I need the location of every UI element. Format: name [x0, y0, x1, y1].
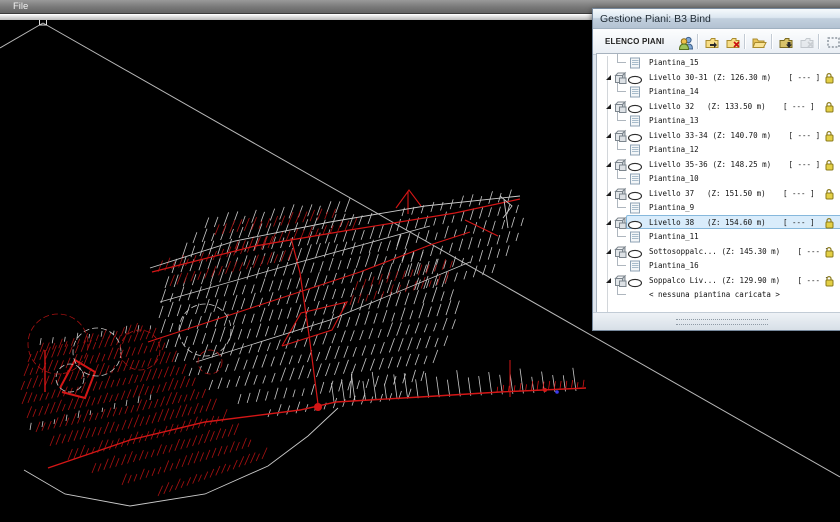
- expander-icon[interactable]: [606, 104, 611, 109]
- tree-connector: [617, 83, 626, 92]
- piantina-name: Piantina_14: [649, 86, 699, 97]
- tree-connector: [617, 228, 626, 237]
- piantina-name: Piantina_12: [649, 144, 699, 155]
- level-name: Livello 38: [649, 217, 694, 228]
- selection-mode-icon[interactable]: [822, 32, 840, 53]
- expander-icon[interactable]: [606, 249, 611, 254]
- level-name: Livello 30-31: [649, 72, 708, 83]
- list-item-livello[interactable]: Sottosoppalc...(Z: 145.30 m)[ --- ]: [597, 244, 840, 259]
- level-elevation: (Z: 148.25 m): [713, 159, 772, 170]
- level-name: Livello 32: [649, 101, 694, 112]
- palette-toolbar: ELENCO PIANI ▼: [593, 29, 840, 55]
- piantina-name: Piantina_9: [649, 202, 694, 213]
- plan-list: Piantina_15 Livello 30-31 (Z: 126.30 m) [ -…: [596, 53, 840, 315]
- level-elevation: (Z: 129.90 m): [722, 275, 781, 286]
- list-item-piantina[interactable]: Piantina_12: [597, 142, 840, 157]
- list-item-piantina[interactable]: Piantina_14: [597, 84, 840, 99]
- list-item-livello[interactable]: Livello 30-31 (Z: 126.30 m) [ --- ]: [597, 70, 840, 85]
- open-folder-icon[interactable]: [748, 32, 770, 53]
- list-item-livello[interactable]: Livello 37 (Z: 151.50 m) [ --- ]: [597, 186, 840, 201]
- expander-icon[interactable]: [606, 75, 611, 80]
- level-state: [ --- ]: [783, 217, 815, 228]
- list-item-piantina[interactable]: Piantina_16: [597, 258, 840, 273]
- palette-titlebar[interactable]: Gestione Piani: B3 Bind: [593, 9, 840, 29]
- level-name: Livello 33-34: [649, 130, 708, 141]
- toolbar-separator: [771, 34, 772, 49]
- list-item-livello[interactable]: Livello 35-36 (Z: 148.25 m) [ --- ]: [597, 157, 840, 172]
- level-elevation: (Z: 126.30 m): [713, 72, 772, 83]
- expander-icon[interactable]: [606, 133, 611, 138]
- level-elevation: (Z: 140.70 m): [713, 130, 772, 141]
- level-elevation: (Z: 154.60 m): [707, 217, 766, 228]
- palette-footer: [593, 312, 840, 330]
- list-item-note[interactable]: < nessuna piantina caricata >: [597, 287, 840, 302]
- manage-users-icon[interactable]: [675, 32, 697, 53]
- remove-level-icon: [796, 32, 818, 53]
- level-state: [ --- ]: [789, 159, 821, 170]
- level-elevation: (Z: 151.50 m): [707, 188, 766, 199]
- list-item-piantina[interactable]: Piantina_9: [597, 200, 840, 215]
- level-elevation: (Z: 133.50 m): [707, 101, 766, 112]
- expander-icon[interactable]: [606, 278, 611, 283]
- tree-connector: [617, 141, 626, 150]
- toolbar-separator: [744, 34, 745, 49]
- list-item-piantina[interactable]: Piantina_15: [597, 55, 840, 70]
- level-state: [ --- ]: [789, 130, 821, 141]
- list-item-livello[interactable]: Livello 38 (Z: 154.60 m) [ --- ]: [597, 215, 840, 230]
- piantina-name: Piantina_11: [649, 231, 699, 242]
- expander-icon[interactable]: [606, 191, 611, 196]
- tree-connector: [617, 257, 626, 266]
- gestione-piani-palette: Gestione Piani: B3 Bind ELENCO PIANI ▼ P…: [592, 8, 840, 331]
- list-item-piantina[interactable]: Piantina_11: [597, 229, 840, 244]
- list-item-piantina[interactable]: Piantina_10: [597, 171, 840, 186]
- piantina-name: Piantina_10: [649, 173, 699, 184]
- level-name: Soppalco Liv...: [649, 275, 717, 286]
- level-name: Livello 37: [649, 188, 694, 199]
- piantina-name: Piantina_16: [649, 260, 699, 271]
- menu-file[interactable]: File: [9, 0, 32, 13]
- list-item-livello[interactable]: Livello 33-34 (Z: 140.70 m) [ --- ]: [597, 128, 840, 143]
- tree-connector: [617, 112, 626, 121]
- toolbar-separator: [697, 34, 698, 49]
- tree-connector: [617, 170, 626, 179]
- list-item-livello[interactable]: Soppalco Liv...(Z: 129.90 m)[ --- ]: [597, 273, 840, 288]
- level-name: Sottosoppalc...: [649, 246, 717, 257]
- expander-icon[interactable]: [606, 220, 611, 225]
- elenco-piani-label: ELENCO PIANI: [605, 37, 664, 46]
- palette-title: Gestione Piani: B3 Bind: [593, 13, 711, 25]
- piantina-name: Piantina_13: [649, 115, 699, 126]
- resize-grip-icon[interactable]: [676, 319, 768, 325]
- list-item-piantina[interactable]: Piantina_13: [597, 113, 840, 128]
- level-elevation: (Z: 145.30 m): [722, 246, 781, 257]
- level-state: [ --- ]: [783, 101, 815, 112]
- piantina-name: Piantina_15: [649, 57, 699, 68]
- import-level-icon[interactable]: [775, 32, 797, 53]
- load-piantina-icon[interactable]: [701, 32, 723, 53]
- level-state: [ --- ]: [789, 72, 821, 83]
- expander-icon[interactable]: [606, 162, 611, 167]
- tree-connector: [617, 199, 626, 208]
- list-item-livello[interactable]: Livello 32 (Z: 133.50 m) [ --- ]: [597, 99, 840, 114]
- level-name: Livello 35-36: [649, 159, 708, 170]
- toolbar-separator: [818, 34, 819, 49]
- tree-connector: [617, 286, 626, 295]
- remove-piantina-icon[interactable]: [722, 32, 744, 53]
- empty-note: < nessuna piantina caricata >: [649, 289, 780, 300]
- level-state: [ --- ]: [783, 188, 815, 199]
- tree-connector: [617, 54, 626, 63]
